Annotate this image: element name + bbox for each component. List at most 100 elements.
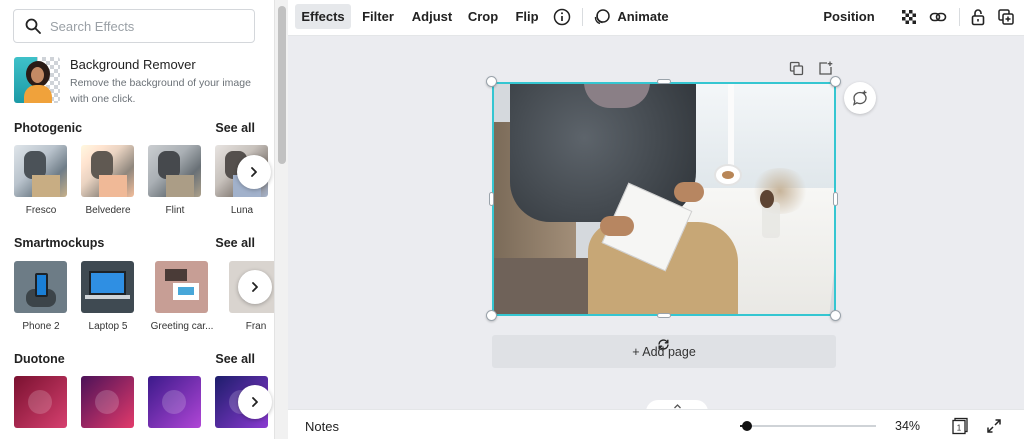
rotate-icon: [657, 338, 669, 350]
resize-handle-top[interactable]: [657, 79, 671, 84]
search-input[interactable]: [50, 18, 240, 34]
zoom-value[interactable]: 34%: [895, 419, 920, 433]
comment-icon: [853, 90, 867, 106]
photogenic-next-button[interactable]: [237, 155, 271, 189]
selected-image[interactable]: [492, 82, 836, 316]
effect-tile-flint[interactable]: Flint: [148, 145, 202, 216]
duotone-next-button[interactable]: [238, 385, 272, 419]
duotone-thumbnail: [81, 376, 134, 428]
effect-tile-belvedere[interactable]: Belvedere: [81, 145, 135, 216]
duplicate-icon: [789, 61, 803, 75]
pages-button[interactable]: 1: [949, 415, 971, 437]
mockup-thumbnail: [14, 261, 67, 313]
flip-button[interactable]: Flip: [510, 4, 544, 29]
duotone-thumbnail: [148, 376, 201, 428]
top-toolbar: Effects Filter Adjust Crop Flip Animate …: [288, 0, 1024, 36]
duplicate-button[interactable]: [994, 5, 1018, 29]
effect-label: Luna: [230, 205, 254, 216]
duplicate-icon: [998, 9, 1014, 25]
smartmockups-row: Phone 2 Laptop 5 Greeting car... Fran: [14, 261, 274, 333]
chevron-right-icon: [251, 167, 257, 177]
effect-label: Belvedere: [85, 205, 131, 216]
info-icon: [553, 8, 571, 26]
resize-handle-bottom-left[interactable]: [486, 310, 497, 321]
panel-scrollbar[interactable]: [274, 0, 288, 439]
fullscreen-button[interactable]: [983, 415, 1005, 437]
photogenic-row: Fresco Belvedere Flint Luna: [14, 145, 274, 217]
pages-icon: 1: [952, 417, 968, 435]
see-all-duotone[interactable]: See all: [215, 352, 255, 366]
lock-button[interactable]: [966, 5, 990, 29]
see-all-photogenic[interactable]: See all: [215, 121, 255, 135]
animate-icon-wrap[interactable]: [590, 5, 614, 29]
chevron-right-icon: [252, 397, 258, 407]
notes-collapse-tab[interactable]: [646, 400, 708, 409]
add-comment-button[interactable]: [844, 82, 876, 114]
scrollbar-thumb[interactable]: [278, 6, 286, 164]
notes-button[interactable]: Notes: [305, 419, 339, 434]
section-title: Photogenic: [14, 121, 83, 135]
effects-button[interactable]: Effects: [295, 4, 351, 29]
section-header-duotone: Duotone See all: [14, 352, 255, 366]
mockup-label: Fran: [245, 321, 267, 332]
effect-thumbnail: [148, 145, 201, 197]
effect-label: Fresco: [25, 205, 57, 216]
resize-handle-right[interactable]: [833, 192, 838, 206]
add-page-icon-button[interactable]: [815, 58, 835, 78]
transparency-icon: [902, 10, 916, 24]
search-box[interactable]: [13, 9, 255, 43]
resize-handle-top-left[interactable]: [486, 76, 497, 87]
effect-label: Flint: [165, 205, 185, 216]
design-canvas: + Add page: [288, 36, 1024, 409]
effect-thumbnail: [81, 145, 134, 197]
lock-icon: [971, 9, 985, 26]
animate-button[interactable]: Animate: [614, 4, 672, 29]
mockup-label: Phone 2: [22, 321, 60, 332]
transparency-button[interactable]: [897, 5, 921, 29]
animate-icon: [594, 9, 610, 25]
filter-button[interactable]: Filter: [356, 4, 400, 29]
resize-handle-bottom-right[interactable]: [830, 310, 841, 321]
position-button[interactable]: Position: [821, 4, 877, 29]
section-header-smartmockups: Smartmockups See all: [14, 236, 255, 250]
section-title: Duotone: [14, 352, 65, 366]
effect-tile-fresco[interactable]: Fresco: [14, 145, 68, 216]
info-button[interactable]: [550, 5, 574, 29]
background-remover-title: Background Remover: [70, 57, 196, 72]
toolbar-divider: [582, 8, 583, 26]
effect-thumbnail: [14, 145, 67, 197]
section-title: Smartmockups: [14, 236, 105, 250]
fullscreen-icon: [987, 419, 1001, 433]
page-count: 1: [957, 424, 962, 433]
duotone-row: [14, 376, 274, 439]
background-remover-description: Remove the background of your image with…: [70, 77, 251, 105]
link-button[interactable]: [926, 5, 950, 29]
zoom-slider-knob[interactable]: [742, 421, 752, 431]
duotone-thumbnail: [14, 376, 67, 428]
mockup-tile-greeting-card[interactable]: Greeting car...: [151, 261, 213, 332]
duotone-tile[interactable]: [14, 376, 68, 428]
link-icon: [929, 12, 947, 22]
mockup-tile-laptop-5[interactable]: Laptop 5: [81, 261, 135, 332]
rotate-handle[interactable]: [654, 335, 672, 353]
adjust-button[interactable]: Adjust: [407, 4, 457, 29]
add-page-icon: [818, 61, 832, 75]
smartmockups-next-button[interactable]: [238, 270, 272, 304]
zoom-slider-track[interactable]: [740, 425, 876, 427]
duplicate-page-button[interactable]: [786, 58, 806, 78]
mockup-thumbnail: [155, 261, 208, 313]
mockup-label: Laptop 5: [88, 321, 128, 332]
effects-panel: Background Remover Remove the background…: [0, 0, 274, 439]
duotone-tile[interactable]: [148, 376, 202, 428]
bottom-bar: Notes 34% 1: [288, 409, 1024, 439]
mockup-tile-phone-2[interactable]: Phone 2: [14, 261, 68, 332]
crop-button[interactable]: Crop: [464, 4, 502, 29]
background-remover-item[interactable]: Background Remover Remove the background…: [14, 57, 264, 105]
mockup-label: Greeting car...: [150, 321, 214, 332]
resize-handle-top-right[interactable]: [830, 76, 841, 87]
duotone-tile[interactable]: [81, 376, 135, 428]
resize-handle-bottom[interactable]: [657, 313, 671, 318]
resize-handle-left[interactable]: [489, 192, 494, 206]
mockup-thumbnail: [81, 261, 134, 313]
see-all-smartmockups[interactable]: See all: [215, 236, 255, 250]
